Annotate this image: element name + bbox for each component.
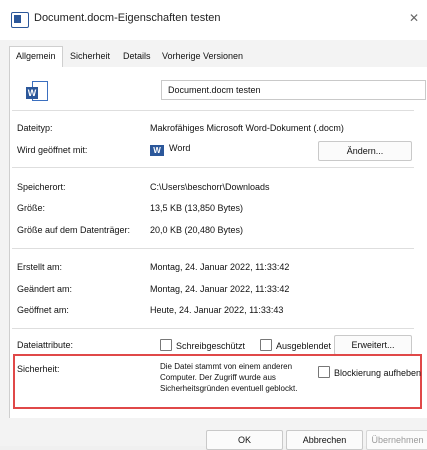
- tab-allgemein[interactable]: Allgemein: [9, 46, 63, 68]
- groesse-label: Größe:: [17, 203, 46, 213]
- attributes-label: Dateiattribute:: [17, 340, 74, 350]
- erstellt-value: Montag, 24. Januar 2022, 11:33:42: [150, 262, 290, 272]
- word-document-icon: [11, 12, 29, 28]
- checkbox-box[interactable]: [260, 339, 272, 351]
- divider: [12, 248, 414, 249]
- dateityp-label: Dateityp:: [17, 123, 53, 133]
- tab-vorherige-versionen[interactable]: Vorherige Versionen: [162, 47, 243, 66]
- speicherort-value: C:\Users\beschorr\Downloads: [150, 182, 270, 192]
- properties-dialog: Document.docm-Eigenschaften testen ✕ All…: [0, 0, 427, 450]
- divider: [12, 110, 414, 111]
- ok-button[interactable]: OK: [206, 430, 283, 450]
- change-button[interactable]: Ändern...: [318, 141, 412, 161]
- unblock-label: Blockierung aufheben: [334, 368, 422, 378]
- open-with-app: Word: [169, 143, 191, 153]
- close-icon[interactable]: ✕: [409, 11, 419, 25]
- word-app-icon: W: [150, 145, 164, 156]
- dateityp-value: Makrofähiges Microsoft Word-Dokument (.d…: [150, 123, 344, 133]
- geaendert-value: Montag, 24. Januar 2022, 11:33:42: [150, 284, 290, 294]
- file-name-value: Document.docm testen: [168, 85, 261, 95]
- file-name-input[interactable]: Document.docm testen: [161, 80, 426, 100]
- tab-sicherheit[interactable]: Sicherheit: [70, 47, 110, 66]
- geoeffnet-label: Geöffnet am:: [17, 305, 69, 315]
- checkbox-box[interactable]: [160, 339, 172, 351]
- cancel-button[interactable]: Abbrechen: [286, 430, 363, 450]
- groesse-value: 13,5 KB (13,850 Bytes): [150, 203, 244, 213]
- apply-button[interactable]: Übernehmen: [366, 430, 427, 450]
- geoeffnet-value: Heute, 24. Januar 2022, 11:33:43: [150, 305, 284, 315]
- speicherort-label: Speicherort:: [17, 182, 66, 192]
- security-message: Die Datei stammt von einem anderen Compu…: [160, 361, 320, 394]
- groesse-datentraeger-label: Größe auf dem Datenträger:: [17, 225, 131, 235]
- advanced-button[interactable]: Erweitert...: [334, 335, 412, 355]
- hidden-label: Ausgeblendet: [276, 341, 332, 351]
- checkbox-box[interactable]: [318, 366, 330, 378]
- security-label: Sicherheit:: [17, 364, 60, 374]
- open-with-value: W Word: [150, 143, 190, 156]
- groesse-datentraeger-value: 20,0 KB (20,480 Bytes): [150, 225, 244, 235]
- security-line: Computer. Der Zugriff wurde aus: [160, 373, 276, 382]
- tab-bar: Allgemein Sicherheit Details Vorherige V…: [9, 46, 427, 68]
- geaendert-label: Geändert am:: [17, 284, 73, 294]
- open-with-label: Wird geöffnet mit:: [17, 145, 88, 155]
- title-bar: Document.docm-Eigenschaften testen ✕: [0, 0, 427, 40]
- window-title: Document.docm-Eigenschaften testen: [34, 12, 221, 24]
- security-line: Sicherheitsgründen eventuell geblockt.: [160, 384, 298, 393]
- security-line: Die Datei stammt von einem anderen: [160, 362, 293, 371]
- word-document-icon: W: [26, 80, 52, 104]
- divider: [12, 167, 414, 168]
- readonly-checkbox[interactable]: Schreibgeschützt: [160, 339, 245, 351]
- unblock-checkbox[interactable]: Blockierung aufheben: [318, 366, 421, 378]
- erstellt-label: Erstellt am:: [17, 262, 63, 272]
- divider: [12, 328, 414, 329]
- tab-details[interactable]: Details: [123, 47, 151, 66]
- hidden-checkbox[interactable]: Ausgeblendet: [260, 339, 331, 351]
- readonly-label: Schreibgeschützt: [176, 341, 246, 351]
